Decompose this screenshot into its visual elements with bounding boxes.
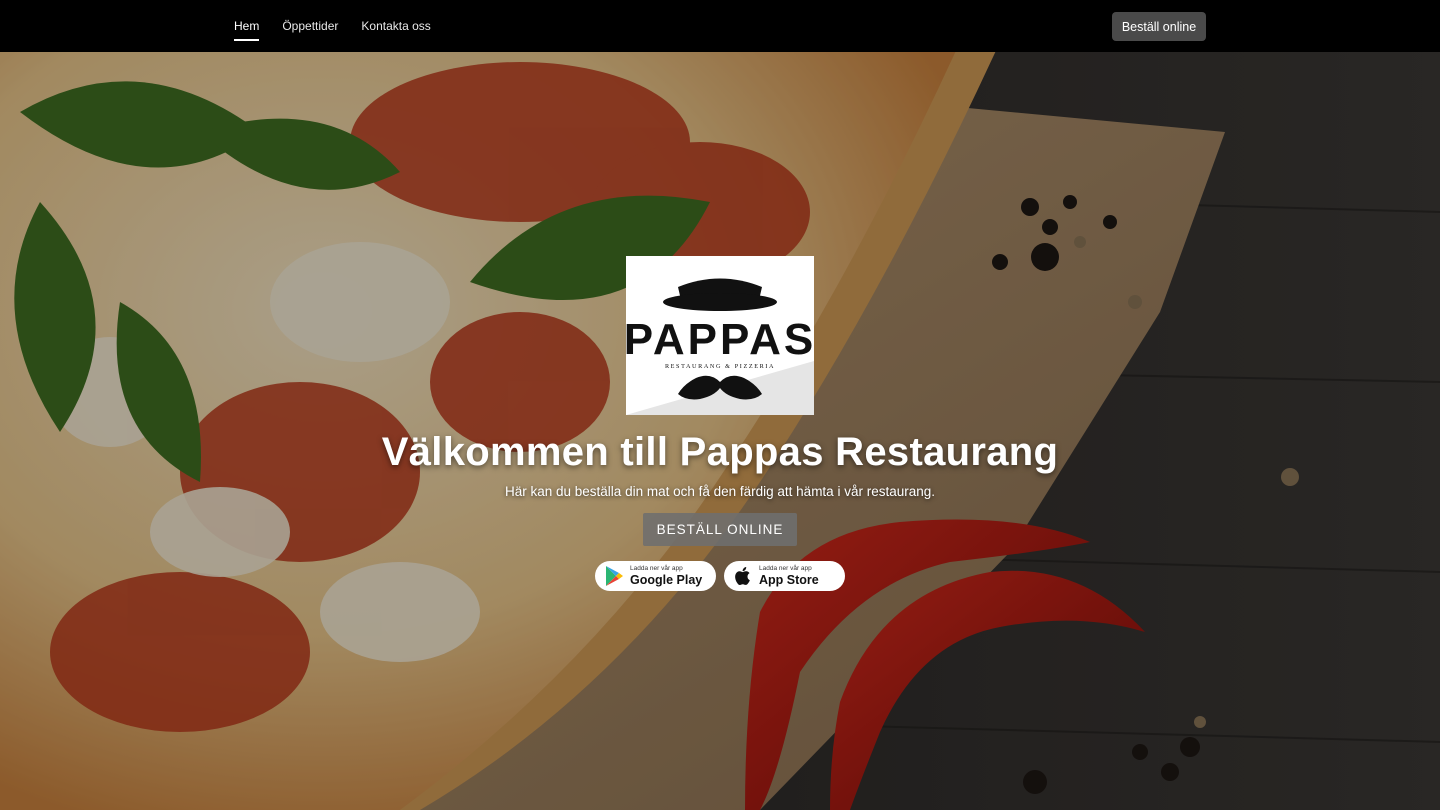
app-store-badge[interactable]: Ladda ner vår app App Store [724,561,845,591]
main-nav: Hem Öppettider Kontakta oss [234,0,431,52]
restaurant-logo: PAPPAS RESTAURANG & PIZZERIA [626,256,814,415]
nav-item-contact[interactable]: Kontakta oss [361,0,430,52]
apple-icon [731,564,755,588]
top-navigation-bar: Hem Öppettider Kontakta oss Beställ onli… [0,0,1440,52]
hero-title: Välkommen till Pappas Restaurang [381,430,1059,474]
badge-caption: Ladda ner vår app [759,565,812,572]
logo-name: PAPPAS [626,315,814,364]
order-online-button[interactable]: Beställ online [1112,12,1206,41]
badge-caption: Ladda ner vår app [630,565,683,572]
nav-item-home[interactable]: Hem [234,0,260,52]
google-play-icon [602,564,626,588]
nav-item-opening-hours[interactable]: Öppettider [282,0,338,52]
hero-subtitle: Här kan du beställa din mat och få den f… [505,484,935,499]
google-play-badge[interactable]: Ladda ner vår app Google Play [595,561,716,591]
badge-store-name: App Store [759,572,819,587]
badge-store-name: Google Play [630,572,703,587]
hero-section: PAPPAS RESTAURANG & PIZZERIA Välkommen t… [0,52,1440,810]
logo-tagline: RESTAURANG & PIZZERIA [665,363,775,370]
hero-order-online-button[interactable]: BESTÄLL ONLINE [643,513,797,546]
